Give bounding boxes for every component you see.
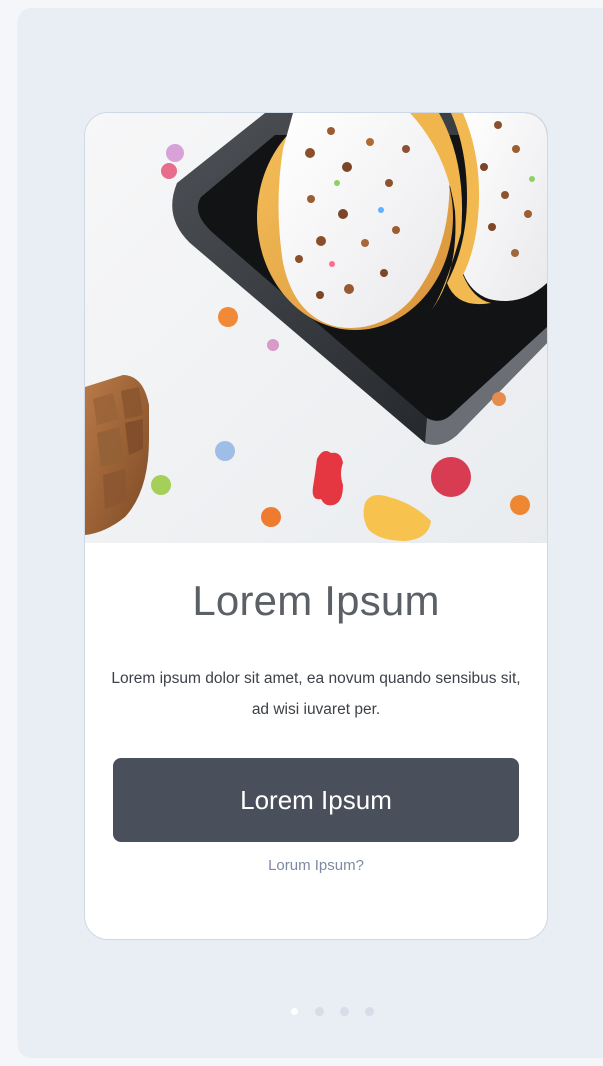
secondary-link[interactable]: Lorum Ipsum?: [85, 857, 547, 874]
onboarding-screen: Lorem Ipsum Lorem ipsum dolor sit amet, …: [18, 8, 603, 1058]
primary-cta-button[interactable]: Lorem Ipsum: [113, 758, 519, 842]
pagination-dot-3[interactable]: [340, 1006, 349, 1016]
pagination-dot-4[interactable]: [365, 1006, 374, 1016]
hero-image: [85, 113, 547, 543]
donut-candy-illustration: [85, 113, 547, 543]
pagination-dot-1[interactable]: [290, 1006, 299, 1016]
card-description: Lorem ipsum dolor sit amet, ea novum qua…: [111, 670, 521, 718]
card-title: Lorem Ipsum: [192, 577, 440, 624]
pagination-dots: [290, 1004, 374, 1018]
onboarding-card: Lorem Ipsum Lorem ipsum dolor sit amet, …: [84, 112, 548, 940]
pagination-dot-2[interactable]: [315, 1006, 324, 1016]
